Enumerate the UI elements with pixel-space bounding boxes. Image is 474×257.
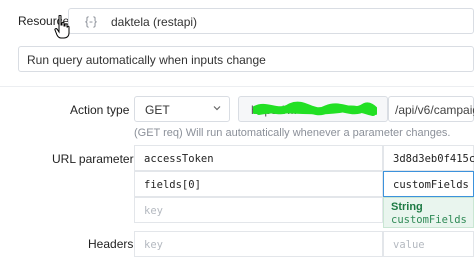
resource-type-icon: {-} [85, 14, 98, 28]
http-method-value: GET [145, 103, 170, 117]
param-key-input[interactable]: accessToken [134, 145, 383, 171]
url-parameters-label: URL parameters [52, 152, 140, 166]
param-value-input-focused[interactable]: customFields [383, 171, 474, 197]
suggestion-type: String [391, 201, 423, 213]
param-value-input[interactable]: 3d8d3eb0f415c23 [383, 145, 474, 171]
header-key-placeholder: key [144, 239, 163, 251]
green-redaction-scribble [253, 101, 377, 116]
header-value-placeholder: value [393, 239, 425, 251]
url-path-value: /api/v6/campaig [395, 103, 474, 117]
param-value-value: customFields [393, 179, 469, 191]
run-trigger-value: Run query automatically when inputs chan… [27, 53, 266, 67]
action-type-label: Action type [70, 103, 130, 117]
run-help-text: (GET req) Will run automatically wheneve… [134, 127, 451, 139]
header-key-input[interactable]: key [134, 231, 383, 257]
chevron-down-icon [213, 106, 221, 111]
param-key-input-empty[interactable]: key [134, 197, 383, 223]
param-key-value: fields[0] [144, 179, 201, 191]
resource-select[interactable]: {-} daktela (restapi) [68, 8, 474, 34]
section-divider [0, 86, 474, 87]
base-url-field: https://... [238, 96, 388, 122]
autocomplete-suggestion[interactable]: String customFields [383, 197, 474, 228]
hand-pointer-cursor-icon [54, 15, 70, 39]
header-value-input[interactable]: value [383, 231, 474, 257]
headers-label: Headers [88, 237, 134, 251]
resource-value: daktela (restapi) [111, 15, 198, 29]
run-trigger-select[interactable]: Run query automatically when inputs chan… [18, 46, 474, 72]
suggestion-value: customFields [391, 214, 467, 226]
param-key-input[interactable]: fields[0] [134, 171, 383, 197]
param-key-placeholder: key [144, 205, 163, 217]
http-method-select[interactable]: GET [134, 96, 230, 122]
param-value-value: 3d8d3eb0f415c23 [393, 153, 474, 165]
url-path-input[interactable]: /api/v6/campaig [388, 96, 474, 122]
param-key-value: accessToken [144, 153, 214, 165]
